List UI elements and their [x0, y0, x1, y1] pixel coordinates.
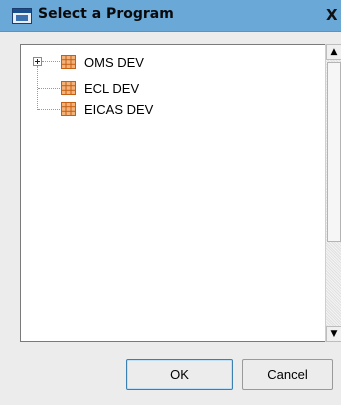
tree-guide-line — [38, 109, 60, 110]
tree-item-label: EICAS DEV — [84, 101, 154, 117]
dialog-title: Select a Program — [38, 6, 174, 22]
expand-icon[interactable] — [33, 57, 42, 66]
scroll-down-button[interactable]: ▼ — [326, 326, 341, 342]
tree-item-ecl-dev[interactable]: ECL DEV — [61, 80, 139, 96]
tree-item-oms-dev[interactable]: OMS DEV — [61, 54, 144, 70]
program-grid-icon — [61, 55, 76, 69]
title-bar[interactable]: Select a Program X — [0, 0, 341, 32]
program-grid-icon — [61, 81, 76, 95]
app-window-icon — [12, 8, 32, 24]
vertical-scrollbar[interactable]: ▲ ▼ — [325, 44, 341, 342]
close-button[interactable]: X — [326, 5, 341, 25]
tree-guide-line — [42, 61, 60, 62]
scroll-up-button[interactable]: ▲ — [326, 44, 341, 60]
program-grid-icon — [61, 102, 76, 116]
tree-item-label: ECL DEV — [84, 80, 140, 96]
tree-item-eicas-dev[interactable]: EICAS DEV — [61, 101, 153, 117]
tree-guide-line — [38, 88, 60, 89]
ok-button[interactable]: OK — [126, 359, 233, 390]
program-tree[interactable]: OMS DEV ECL DEV EICAS DEV — [20, 44, 341, 342]
cancel-button[interactable]: Cancel — [242, 359, 333, 390]
select-program-dialog: Select a Program X OMS DEV ECL DEV EICAS… — [0, 0, 341, 405]
tree-item-label: OMS DEV — [84, 54, 144, 70]
scroll-thumb[interactable] — [327, 62, 341, 242]
